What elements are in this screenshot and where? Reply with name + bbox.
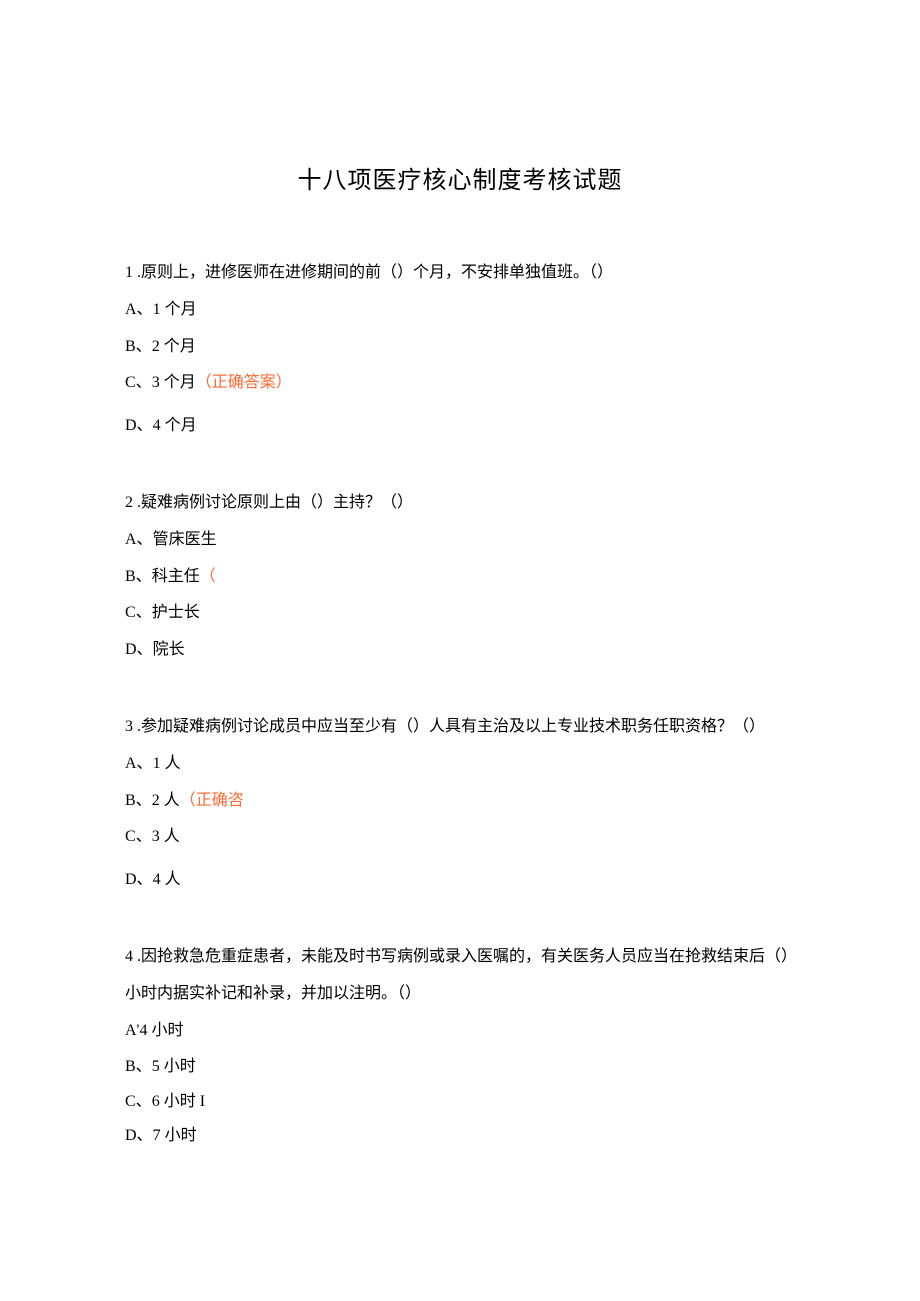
- question-2-option-b: B、科主任（: [125, 559, 795, 596]
- option-label: C、: [125, 374, 152, 391]
- option-annotation: （: [200, 568, 216, 585]
- option-label: A、: [125, 755, 153, 772]
- option-label: C、: [125, 604, 152, 621]
- question-3-option-d: D、4 人: [125, 862, 795, 899]
- option-label: B、: [125, 568, 152, 585]
- option-text: 管床医生: [153, 531, 217, 548]
- option-label: D、: [125, 1127, 153, 1144]
- option-text: 3 人: [152, 828, 180, 845]
- option-text: 3 个月: [152, 374, 196, 391]
- question-2-option-c: C、护士长: [125, 595, 795, 632]
- option-text: 2 个月: [152, 338, 196, 355]
- question-2-option-a: A、管床医生: [125, 522, 795, 559]
- option-text: 4 人: [153, 871, 181, 888]
- question-1-option-b: B、2 个月: [125, 329, 795, 366]
- question-4: 4 .因抢救急危重症患者，未能及时书写病例或录入医嘱的，有关医务人员应当在抢救结…: [125, 939, 795, 1152]
- option-label: A、: [125, 531, 153, 548]
- question-3-option-c: C、3 人: [125, 819, 795, 856]
- option-label: D、: [125, 417, 153, 434]
- option-text: 院长: [153, 641, 185, 658]
- question-4-option-c: C、6 小时 I: [125, 1086, 795, 1118]
- option-label: B、: [125, 338, 152, 355]
- option-text: 6 小时 I: [152, 1093, 205, 1110]
- question-3-option-a: A、1 人: [125, 746, 795, 783]
- option-label: B、: [125, 792, 152, 809]
- option-label: C、: [125, 828, 152, 845]
- question-4-option-a: A'4 小时: [125, 1013, 795, 1050]
- option-text: 2 人: [152, 792, 180, 809]
- option-annotation: （正确咨: [180, 792, 244, 809]
- question-2-option-d: D、院长: [125, 632, 795, 669]
- question-2-stem: 2 .疑难病例讨论原则上由（）主持？（）: [125, 485, 795, 522]
- question-3-stem: 3 .参加疑难病例讨论成员中应当至少有（）人具有主治及以上专业技术职务任职资格？…: [125, 709, 795, 746]
- option-text: 4 个月: [153, 417, 197, 434]
- question-3-option-b: B、2 人（正确咨: [125, 783, 795, 820]
- question-1-option-a: A、1 个月: [125, 292, 795, 329]
- option-label: C、: [125, 1093, 152, 1110]
- question-4-option-d: D、7 小时: [125, 1120, 795, 1152]
- option-text: 护士长: [152, 604, 200, 621]
- question-2: 2 .疑难病例讨论原则上由（）主持？（） A、管床医生 B、科主任（ C、护士长…: [125, 485, 795, 669]
- option-label: D、: [125, 641, 153, 658]
- option-text: 科主任: [152, 568, 200, 585]
- option-label: B、: [125, 1058, 152, 1075]
- option-text: 5 小时: [152, 1058, 196, 1075]
- question-1-option-d: D、4 个月: [125, 408, 795, 445]
- option-text: 7 小时: [153, 1127, 197, 1144]
- option-label: A': [125, 1022, 139, 1039]
- option-label: A、: [125, 301, 153, 318]
- option-text: 1 个月: [153, 301, 197, 318]
- question-3: 3 .参加疑难病例讨论成员中应当至少有（）人具有主治及以上专业技术职务任职资格？…: [125, 709, 795, 899]
- option-text: 4 小时: [139, 1022, 183, 1039]
- document-title: 十八项医疗核心制度考核试题: [125, 160, 795, 195]
- question-1: 1 .原则上，进修医师在进修期间的前（）个月，不安排单独值班。（） A、1 个月…: [125, 255, 795, 445]
- question-4-stem: 4 .因抢救急危重症患者，未能及时书写病例或录入医嘱的，有关医务人员应当在抢救结…: [125, 939, 795, 1013]
- question-1-stem: 1 .原则上，进修医师在进修期间的前（）个月，不安排单独值班。（）: [125, 255, 795, 292]
- question-1-option-c: C、3 个月（正确答案）: [125, 365, 795, 402]
- question-4-option-b: B、5 小时: [125, 1049, 795, 1086]
- option-label: D、: [125, 871, 153, 888]
- option-text: 1 人: [153, 755, 181, 772]
- option-annotation: （正确答案）: [196, 374, 292, 391]
